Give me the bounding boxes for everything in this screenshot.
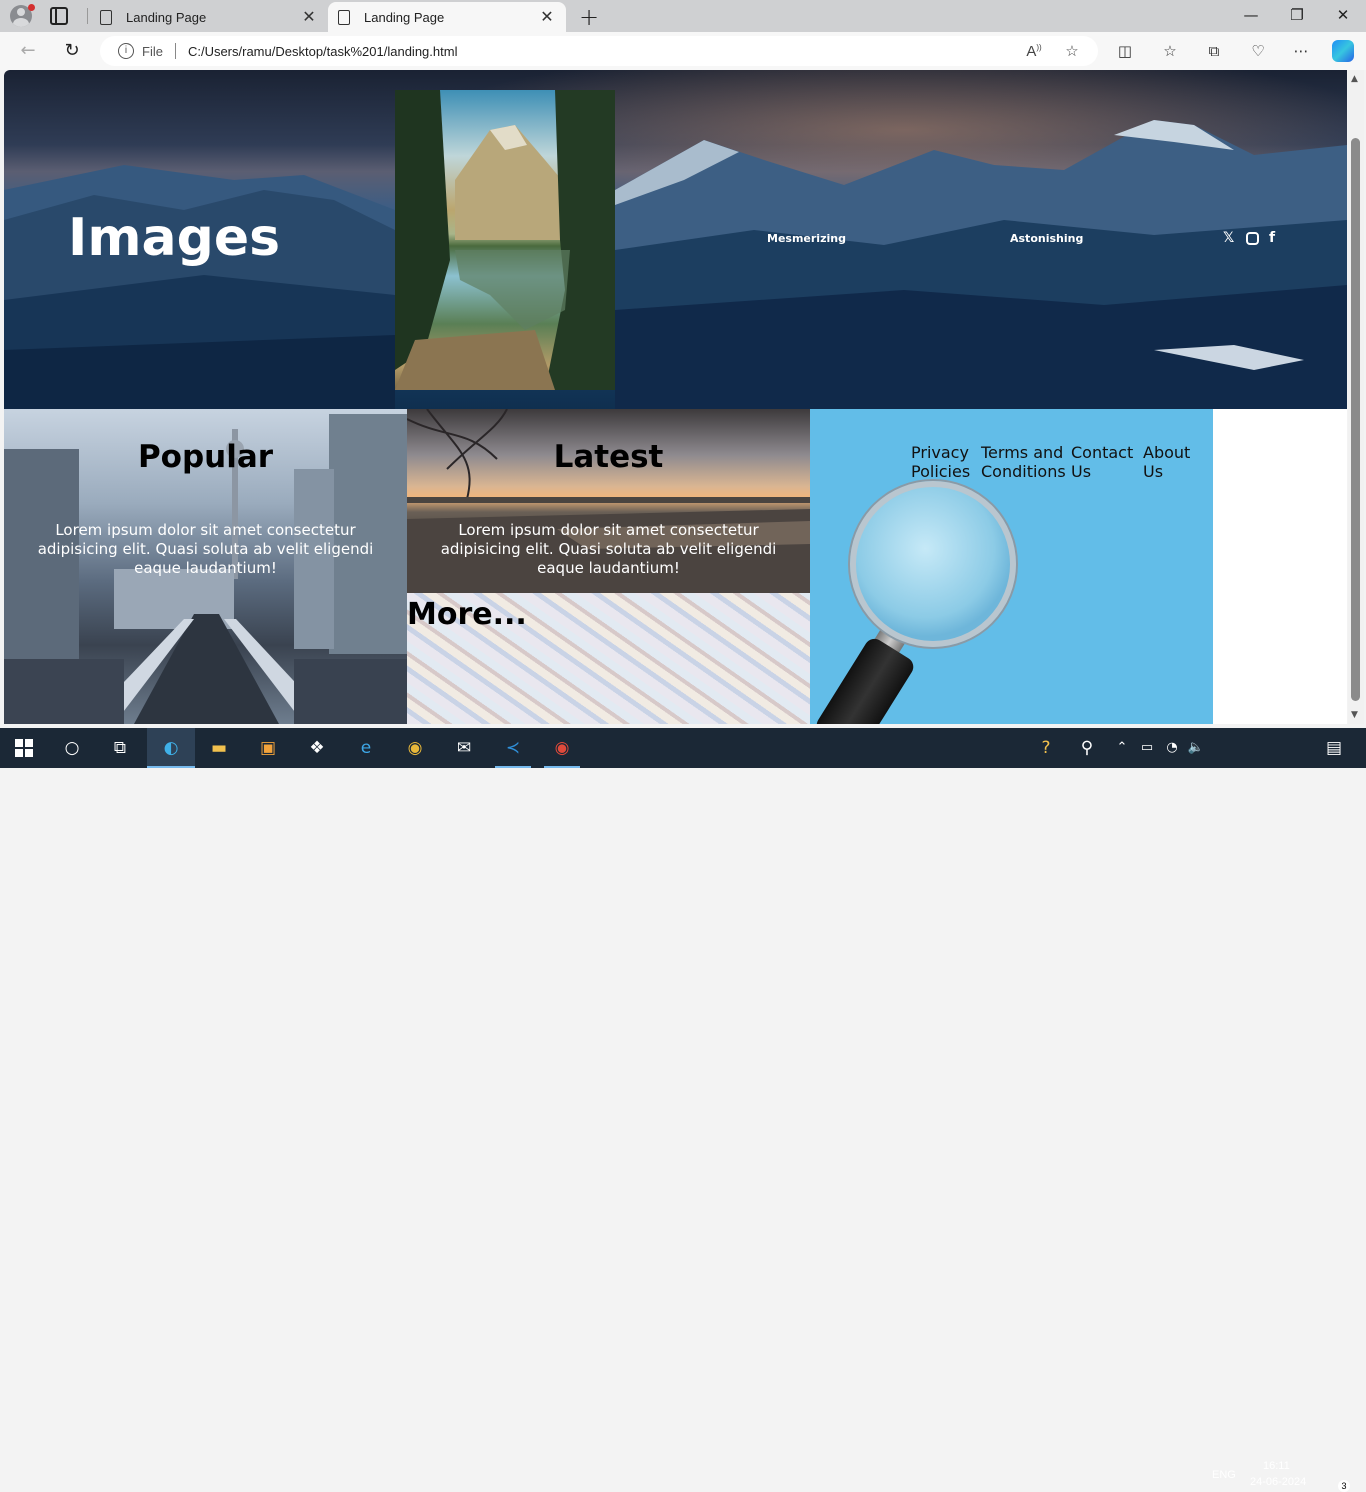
contact-link-line-2: Us: [1071, 462, 1092, 481]
notifications-icon[interactable]: ▤: [1322, 736, 1346, 760]
split-screen-icon[interactable]: ◫: [1114, 42, 1136, 60]
privacy-link-line-1: Privacy: [911, 443, 969, 462]
tab-title: Landing Page: [364, 9, 445, 25]
vscode-icon[interactable]: ≺: [501, 736, 525, 760]
internet-explorer-icon[interactable]: e: [354, 736, 378, 760]
contact-us-link[interactable]: Contact Us: [1071, 443, 1133, 481]
scheme-label: File: [142, 43, 163, 59]
profile-notification-dot: [28, 4, 35, 11]
close-tab-icon[interactable]: ✕: [538, 7, 556, 27]
favorite-star-icon[interactable]: ☆: [1060, 42, 1084, 60]
help-icon[interactable]: ?: [1034, 736, 1058, 760]
page-scrollbar[interactable]: ▲ ▼: [1348, 70, 1364, 724]
hero-banner: Images Mesmerizing Astonishing 𝕏 f: [4, 70, 1347, 409]
browser-toolbar: ← ↻ i File C:/Users/ramu/Desktop/task%20…: [0, 32, 1366, 70]
scroll-thumb[interactable]: [1351, 138, 1360, 701]
latest-heading: Latest: [553, 439, 664, 475]
hero-title: Images: [68, 208, 281, 268]
notification-count-badge: 3: [1338, 1480, 1350, 1492]
popular-description: Lorem ipsum dolor sit amet consectetur a…: [37, 521, 374, 577]
nav-link-astonishing[interactable]: Astonishing: [1010, 232, 1083, 245]
language-indicator[interactable]: ENG: [1212, 1469, 1236, 1481]
more-card[interactable]: More...: [407, 593, 810, 724]
browser-tab-bar: Landing Page ✕ Landing Page ✕ + — ❐ ✕: [0, 0, 1366, 32]
terms-link-line-2: Conditions: [981, 462, 1066, 481]
page-viewport: Images Mesmerizing Astonishing 𝕏 f Popul…: [4, 70, 1347, 724]
magnifying-glass-image: [850, 481, 1016, 647]
about-link-line-2: Us: [1143, 462, 1164, 481]
popular-card[interactable]: Popular Lorem ipsum dolor sit amet conse…: [4, 409, 407, 724]
more-heading: More...: [407, 597, 527, 632]
clock-time[interactable]: 16:11: [1263, 1460, 1290, 1472]
close-tab-icon[interactable]: ✕: [300, 7, 318, 27]
x-logo-icon[interactable]: 𝕏: [1223, 230, 1234, 246]
battery-icon[interactable]: ▭: [1135, 736, 1159, 760]
windows-taskbar: ○ ⧉ ◐ ▬ ▣ ❖ e ◉ ✉ ≺ ◉ ? ⚲ ⌃ ▭ ◔ 🔈 ENG 16…: [0, 728, 1366, 1492]
document-icon: [338, 9, 350, 25]
instagram-icon[interactable]: [1246, 232, 1259, 245]
about-us-link[interactable]: About Us: [1143, 443, 1190, 481]
back-arrow-icon[interactable]: ←: [16, 40, 40, 61]
more-options-icon[interactable]: ⋯: [1290, 42, 1312, 60]
terms-link-line-1: Terms and: [981, 443, 1064, 462]
about-link-line-1: About: [1143, 443, 1191, 462]
browser-essentials-icon[interactable]: ♡: [1247, 42, 1269, 60]
show-hidden-icons-chevron-icon[interactable]: ⌃: [1110, 736, 1134, 760]
chrome-profile-icon[interactable]: ◉: [550, 736, 574, 760]
minimize-icon[interactable]: —: [1236, 6, 1266, 24]
tab-title: Landing Page: [126, 9, 207, 25]
address-divider: [174, 43, 176, 59]
wifi-icon[interactable]: ◔: [1160, 736, 1184, 760]
address-bar[interactable]: i File C:/Users/ramu/Desktop/task%201/la…: [100, 36, 1098, 66]
copilot-icon[interactable]: [1332, 40, 1354, 62]
contact-link-line-1: Contact: [1071, 443, 1134, 462]
mail-icon[interactable]: ✉: [452, 736, 476, 760]
close-window-icon[interactable]: ✕: [1328, 6, 1358, 24]
microsoft-store-icon[interactable]: ▣: [256, 736, 280, 760]
url-text[interactable]: C:/Users/ramu/Desktop/task%201/landing.h…: [188, 44, 1022, 59]
privacy-policies-link[interactable]: Privacy Policies: [911, 443, 970, 481]
task-view-icon[interactable]: ⧉: [108, 736, 132, 760]
refresh-icon[interactable]: ↻: [60, 40, 84, 61]
latest-card[interactable]: Latest Lorem ipsum dolor sit amet consec…: [407, 409, 810, 593]
read-aloud-icon[interactable]: A)): [1022, 43, 1046, 60]
facebook-icon[interactable]: f: [1269, 230, 1275, 246]
new-tab-button[interactable]: +: [578, 3, 600, 31]
lake-photo: [395, 90, 615, 390]
info-icon[interactable]: i: [118, 43, 134, 59]
document-icon: [100, 9, 112, 25]
footer-links-card: Privacy Policies Terms and Conditions Co…: [810, 409, 1213, 724]
browser-tab-2-active[interactable]: Landing Page ✕: [328, 2, 566, 32]
privacy-link-line-2: Policies: [911, 462, 971, 481]
terms-conditions-link[interactable]: Terms and Conditions: [981, 443, 1066, 481]
search-circle-icon[interactable]: ○: [60, 736, 84, 760]
latest-description: Lorem ipsum dolor sit amet consectetur a…: [440, 521, 777, 577]
scroll-down-arrow-icon[interactable]: ▼: [1351, 710, 1358, 720]
chrome-icon[interactable]: ◉: [403, 736, 427, 760]
file-explorer-icon[interactable]: ▬: [207, 736, 231, 760]
popular-heading: Popular: [137, 439, 274, 475]
tab-divider: [87, 8, 88, 24]
restore-icon[interactable]: ❐: [1282, 6, 1312, 24]
volume-icon[interactable]: 🔈: [1184, 736, 1208, 760]
browser-tab-1[interactable]: Landing Page ✕: [90, 2, 328, 32]
nav-link-mesmerizing[interactable]: Mesmerizing: [767, 232, 846, 245]
collections-icon[interactable]: ⧉: [1203, 42, 1225, 60]
edge-browser-icon[interactable]: ◐: [159, 736, 183, 760]
scroll-up-arrow-icon[interactable]: ▲: [1351, 74, 1358, 84]
windows-start-icon[interactable]: [12, 736, 36, 760]
people-icon[interactable]: ⚲: [1075, 736, 1099, 760]
favorites-icon[interactable]: ☆: [1159, 42, 1181, 60]
clock-date[interactable]: 24-06-2024: [1250, 1476, 1306, 1488]
tab-actions-icon[interactable]: [50, 7, 68, 25]
dropbox-icon[interactable]: ❖: [305, 736, 329, 760]
